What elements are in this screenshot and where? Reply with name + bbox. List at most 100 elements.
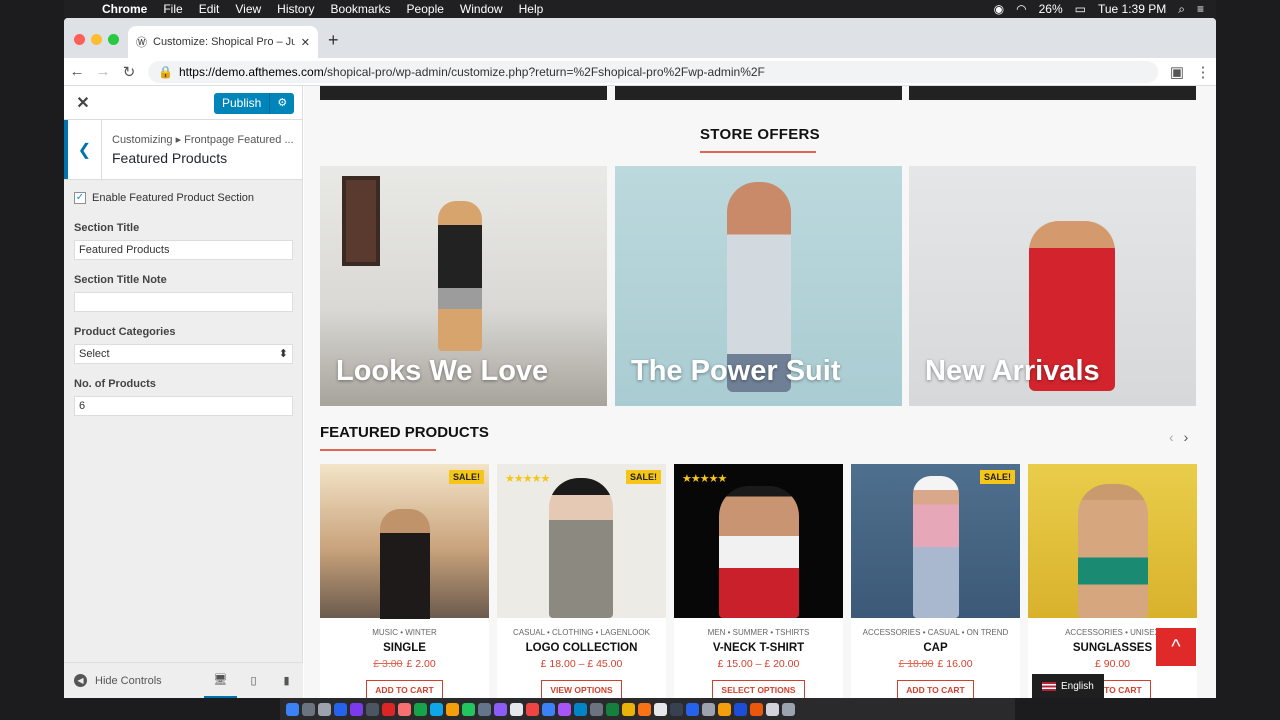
section-title-input[interactable]: Featured Products — [74, 240, 293, 260]
downloads-icon[interactable] — [766, 702, 779, 716]
finder-icon[interactable] — [286, 702, 299, 716]
product-categories[interactable]: ACCESSORIES • CASUAL • ON TREND — [851, 628, 1020, 637]
zoom-window-button[interactable] — [108, 34, 119, 45]
notification-center-icon[interactable]: ≡ — [1197, 2, 1204, 16]
app-icon[interactable] — [382, 702, 395, 716]
product-categories[interactable]: MUSIC • WINTER — [320, 628, 489, 637]
menu-edit[interactable]: Edit — [191, 2, 228, 16]
product-categories[interactable]: MEN • SUMMER • TSHIRTS — [674, 628, 843, 637]
tab-close-icon[interactable]: ✕ — [301, 36, 310, 49]
top-banner-image-1[interactable] — [320, 86, 607, 100]
gear-icon[interactable]: ⚙ — [270, 93, 295, 114]
app-icon[interactable] — [446, 702, 459, 716]
menu-view[interactable]: View — [227, 2, 269, 16]
forward-icon[interactable]: → — [90, 63, 116, 80]
close-window-button[interactable] — [74, 34, 85, 45]
app-icon[interactable] — [478, 702, 491, 716]
app-icon[interactable] — [718, 702, 731, 716]
record-icon[interactable]: ◉ — [994, 2, 1004, 16]
product-card[interactable]: SALE! ACCESSORIES • CASUAL • ON TREND CA… — [851, 464, 1020, 698]
battery-percent[interactable]: 26% — [1039, 2, 1063, 16]
app-icon[interactable] — [734, 702, 747, 716]
top-banner-image-3[interactable] — [909, 86, 1196, 100]
menu-window[interactable]: Window — [452, 2, 511, 16]
back-arrow-icon[interactable]: ❮ — [64, 120, 102, 179]
section-title-note-input[interactable] — [74, 292, 293, 312]
browser-tab[interactable]: Ⓦ Customize: Shopical Pro – Just ✕ — [128, 26, 318, 58]
product-categories[interactable]: CASUAL • CLOTHING • LAGENLOOK — [497, 628, 666, 637]
menu-bookmarks[interactable]: Bookmarks — [323, 2, 399, 16]
hide-controls-button[interactable]: ◀ Hide Controls — [74, 674, 204, 687]
product-name[interactable]: LOGO COLLECTION — [497, 642, 666, 654]
app-icon[interactable] — [350, 702, 363, 716]
products-count-input[interactable]: 6 — [74, 396, 293, 416]
app-icon[interactable] — [590, 702, 603, 716]
carousel-prev-icon[interactable]: ‹ — [1169, 429, 1174, 445]
product-image[interactable]: SALE! — [851, 464, 1020, 618]
clock[interactable]: Tue 1:39 PM — [1098, 2, 1166, 16]
app-icon[interactable] — [622, 702, 635, 716]
publish-button[interactable]: Publish — [214, 93, 271, 114]
app-icon[interactable] — [702, 702, 715, 716]
product-image[interactable]: ★★★★★ SALE! — [497, 464, 666, 618]
checkmark-icon[interactable]: ✓ — [74, 192, 86, 204]
app-icon[interactable] — [494, 702, 507, 716]
language-switcher[interactable]: English — [1032, 674, 1104, 698]
menu-app-name[interactable]: Chrome — [94, 2, 155, 16]
product-card[interactable]: ★★★★★ MEN • SUMMER • TSHIRTS V-NECK T-SH… — [674, 464, 843, 698]
back-icon[interactable]: ← — [64, 63, 90, 80]
app-icon[interactable] — [574, 702, 587, 716]
select-options-button[interactable]: SELECT OPTIONS — [712, 680, 805, 698]
app-icon[interactable] — [398, 702, 411, 716]
tablet-preview-icon[interactable]: ▯ — [237, 674, 270, 687]
chrome-menu-icon[interactable]: ⋮ — [1190, 63, 1216, 81]
product-name[interactable]: CAP — [851, 642, 1020, 654]
menu-help[interactable]: Help — [511, 2, 552, 16]
app-icon[interactable] — [366, 702, 379, 716]
offer-card-power-suit[interactable]: The Power Suit — [615, 166, 902, 406]
close-icon[interactable]: ✕ — [64, 93, 102, 113]
scroll-to-top-button[interactable]: ^ — [1156, 628, 1196, 666]
extension-icon[interactable]: ▣ — [1164, 63, 1190, 81]
add-to-cart-button[interactable]: ADD TO CART — [897, 680, 974, 698]
app-icon[interactable] — [510, 702, 523, 716]
new-tab-button[interactable]: + — [328, 30, 339, 51]
firefox-icon[interactable] — [750, 702, 763, 716]
app-icon[interactable] — [462, 702, 475, 716]
product-image[interactable]: ★★★★★ — [674, 464, 843, 618]
reload-icon[interactable]: ↻ — [116, 63, 142, 81]
product-name[interactable]: SINGLE — [320, 642, 489, 654]
menu-history[interactable]: History — [269, 2, 322, 16]
product-categories-select[interactable]: Select ⬍ — [74, 344, 293, 364]
mobile-preview-icon[interactable]: ▮ — [270, 674, 303, 687]
app-icon[interactable] — [558, 702, 571, 716]
minimize-window-button[interactable] — [91, 34, 102, 45]
desktop-preview-icon[interactable]: 🖥 — [204, 663, 237, 698]
offer-card-looks[interactable]: Looks We Love — [320, 166, 607, 406]
product-image[interactable]: SALE! — [320, 464, 489, 619]
spotlight-icon[interactable]: ⌕ — [1178, 2, 1185, 17]
offer-card-new-arrivals[interactable]: New Arrivals — [909, 166, 1196, 406]
product-card[interactable]: SALE! MUSIC • WINTER SINGLE £ 3.00 £ 2.00… — [320, 464, 489, 698]
safari-icon[interactable] — [334, 702, 347, 716]
add-to-cart-button[interactable]: ADD TO CART — [366, 680, 443, 698]
product-name[interactable]: V-NECK T-SHIRT — [674, 642, 843, 654]
app-icon[interactable] — [542, 702, 555, 716]
chrome-icon[interactable] — [526, 702, 539, 716]
trash-icon[interactable] — [782, 702, 795, 716]
launchpad-icon[interactable] — [302, 702, 315, 716]
menu-people[interactable]: People — [399, 2, 452, 16]
system-app-icon[interactable] — [318, 702, 331, 716]
app-icon[interactable] — [670, 702, 683, 716]
view-options-button[interactable]: VIEW OPTIONS — [541, 680, 622, 698]
app-icon[interactable] — [686, 702, 699, 716]
wifi-icon[interactable]: ◠ — [1016, 2, 1026, 16]
menu-file[interactable]: File — [155, 2, 190, 16]
carousel-next-icon[interactable]: › — [1184, 429, 1189, 445]
app-icon[interactable] — [414, 702, 427, 716]
top-banner-image-2[interactable] — [615, 86, 902, 100]
enable-featured-checkbox[interactable]: ✓ Enable Featured Product Section — [74, 192, 292, 204]
product-card[interactable]: ★★★★★ SALE! CASUAL • CLOTHING • LAGENLOO… — [497, 464, 666, 698]
product-image[interactable] — [1028, 464, 1197, 618]
app-icon[interactable] — [654, 702, 667, 716]
